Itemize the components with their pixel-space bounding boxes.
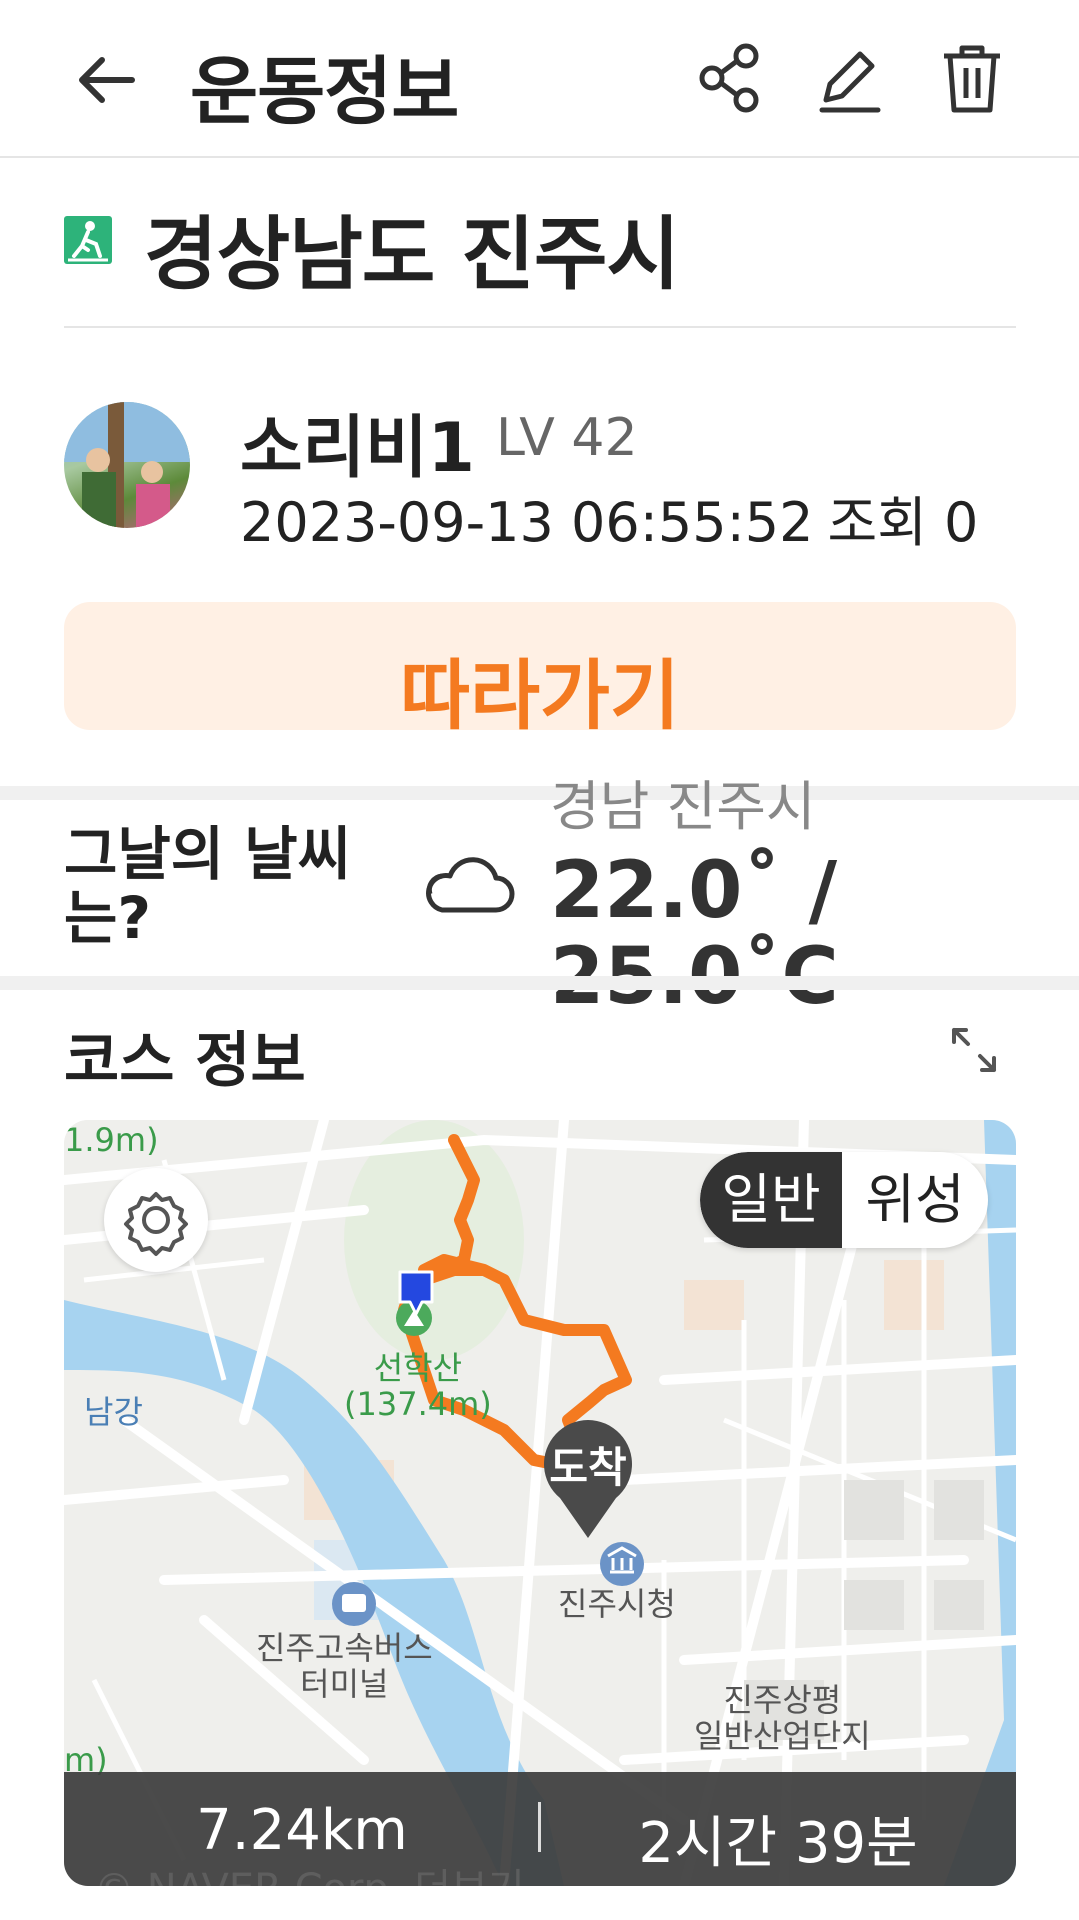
share-icon: [699, 43, 759, 113]
expand-button[interactable]: [946, 1022, 1002, 1078]
back-button[interactable]: [70, 40, 150, 120]
user-level: LV 42: [496, 408, 638, 468]
location-title: 경상남도 진주시: [144, 208, 680, 301]
section-separator: [0, 976, 1079, 990]
arrival-marker[interactable]: 도착: [540, 1420, 636, 1540]
user-meta: 2023-09-13 06:55:52 조회 0: [240, 478, 992, 557]
location-row: 경상남도 진주시: [64, 190, 1016, 301]
mountain-label: 선학산 (137.4m): [344, 1349, 492, 1423]
arrival-label: 도착: [549, 1443, 627, 1492]
terminal-label: 진주고속버스 터미널: [256, 1629, 433, 1703]
divider: [64, 326, 1016, 328]
section-separator: [0, 786, 1079, 800]
map-type-normal[interactable]: 일반: [700, 1152, 842, 1248]
course-map[interactable]: 1.9m) 선학산 (137.4m) 남강 진주고속버스 터미널 진주시청 진주…: [64, 1120, 1016, 1886]
weather-label: 그날의 날씨는?: [64, 820, 351, 952]
start-marker[interactable]: [396, 1268, 436, 1318]
trash-icon: [944, 45, 1000, 113]
duration-value: 2시간 39분: [638, 1811, 918, 1876]
app-header: 운동정보: [0, 0, 1079, 158]
page-title: 운동정보: [190, 49, 459, 135]
follow-button[interactable]: 따라가기: [64, 602, 1016, 730]
map-type-toggle[interactable]: 일반 위성: [700, 1152, 988, 1248]
weather-city: 경남 진주시: [550, 775, 816, 838]
delete-button[interactable]: [930, 36, 1014, 120]
route-stats-bar: © NAVER Corp. 더보기 7.24km 2시간 39분: [64, 1772, 1016, 1886]
course-title: 코스 정보: [64, 1026, 306, 1096]
hiking-icon: [64, 216, 112, 264]
view-count: 조회 0: [827, 491, 979, 554]
industrial-label: 진주상평 일반산업단지: [694, 1681, 871, 1755]
map-type-satellite[interactable]: 위성: [842, 1152, 988, 1248]
elevation-label: 1.9m): [64, 1121, 159, 1159]
avatar[interactable]: [64, 402, 190, 528]
back-arrow-icon: [79, 57, 135, 103]
gear-icon: [124, 1192, 188, 1256]
weather-temperature: 22.0˚ / 25.0˚C: [550, 846, 839, 1020]
city-hall-label: 진주시청: [558, 1585, 676, 1623]
edit-icon: [819, 51, 881, 113]
distance-value: 7.24km: [196, 1798, 408, 1863]
post-datetime: 2023-09-13 06:55:52: [240, 491, 814, 554]
map-settings-button[interactable]: [104, 1168, 208, 1272]
edit-button[interactable]: [808, 36, 892, 120]
expand-icon: [952, 1028, 996, 1072]
river-label: 남강: [84, 1393, 143, 1431]
user-name: 소리비1: [240, 409, 475, 488]
share-button[interactable]: [688, 36, 772, 120]
cloud-icon: [420, 846, 516, 926]
start-pin-icon: [398, 1270, 434, 1316]
